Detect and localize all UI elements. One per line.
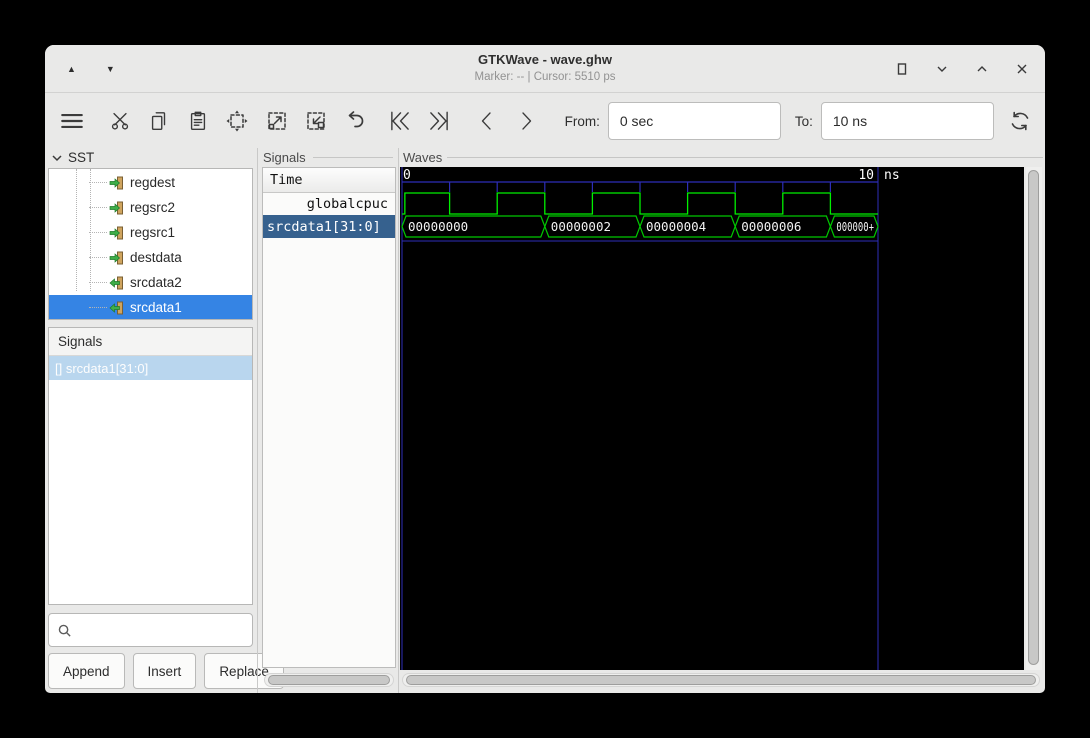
to-input[interactable] bbox=[820, 102, 994, 140]
next-edge-icon[interactable] bbox=[511, 104, 540, 138]
sst-tree: regdest regsrc2 regsrc1 destdata srcdata… bbox=[48, 168, 253, 320]
prev-edge-icon[interactable] bbox=[472, 104, 501, 138]
menu-icon[interactable] bbox=[57, 104, 87, 138]
scrollbar-thumb[interactable] bbox=[406, 675, 1036, 685]
signals-frame-line bbox=[313, 157, 393, 158]
toolbar: From: To: bbox=[45, 94, 1045, 148]
from-input[interactable] bbox=[607, 102, 781, 140]
time-header[interactable]: Time bbox=[263, 168, 395, 193]
signal-in-icon bbox=[109, 225, 125, 241]
close-icon[interactable] bbox=[1013, 60, 1031, 78]
svg-text:0: 0 bbox=[403, 168, 411, 183]
reload-icon[interactable] bbox=[1006, 104, 1035, 138]
zoom-out-icon[interactable] bbox=[301, 104, 330, 138]
sst-label: SST bbox=[68, 150, 95, 165]
svg-text:ns: ns bbox=[884, 168, 900, 183]
signal-name-globalcpuc[interactable]: globalcpuc bbox=[263, 193, 395, 215]
signal-in-icon bbox=[109, 250, 125, 266]
signal-in-icon bbox=[109, 200, 125, 216]
minimize-icon[interactable] bbox=[933, 60, 951, 78]
tree-item-regsrc1[interactable]: regsrc1 bbox=[49, 220, 252, 245]
chevron-down-icon bbox=[52, 154, 62, 161]
signals-column-header[interactable]: Signals bbox=[49, 328, 252, 356]
waves-frame-line bbox=[446, 157, 1043, 158]
signal-name-panel: Time globalcpuc srcdata1[31:0] bbox=[262, 167, 396, 668]
tree-item-destdata[interactable]: destdata bbox=[49, 245, 252, 270]
signal-search[interactable] bbox=[48, 613, 253, 647]
tree-item-srcdata1[interactable]: srcdata1 bbox=[49, 295, 252, 319]
signals-list-item[interactable]: [] srcdata1[31:0] bbox=[49, 356, 252, 380]
scrollbar-thumb[interactable] bbox=[1028, 170, 1039, 665]
signal-out-icon bbox=[109, 275, 125, 291]
waves-frame-label: Waves bbox=[403, 150, 448, 165]
tree-item-srcdata2[interactable]: srcdata2 bbox=[49, 270, 252, 295]
maximize-icon[interactable] bbox=[973, 60, 991, 78]
svg-text:00000002: 00000002 bbox=[551, 219, 611, 234]
signal-in-icon bbox=[109, 175, 125, 191]
search-input[interactable] bbox=[78, 622, 238, 638]
svg-text:00000000: 00000000 bbox=[408, 219, 468, 234]
cut-icon[interactable] bbox=[105, 104, 134, 138]
pane-splitter-left[interactable] bbox=[257, 148, 258, 693]
to-label: To: bbox=[794, 113, 813, 129]
signals-frame-label: Signals bbox=[263, 150, 311, 165]
waves-hscrollbar[interactable] bbox=[402, 673, 1040, 687]
svg-text:00000006: 00000006 bbox=[741, 219, 801, 234]
scrollbar-thumb[interactable] bbox=[268, 675, 390, 685]
signal-out-icon bbox=[109, 300, 125, 316]
copy-icon[interactable] bbox=[144, 104, 173, 138]
sst-signals-list: Signals [] srcdata1[31:0] bbox=[48, 327, 253, 605]
tree-item-regsrc2[interactable]: regsrc2 bbox=[49, 195, 252, 220]
sst-expander[interactable]: SST bbox=[51, 150, 94, 165]
tree-item-regdest[interactable]: regdest bbox=[49, 170, 252, 195]
zoom-fit-icon[interactable] bbox=[223, 104, 252, 138]
skip-to-start-icon[interactable] bbox=[386, 104, 415, 138]
svg-text:10: 10 bbox=[858, 168, 874, 183]
signal-name-srcdata1[interactable]: srcdata1[31:0] bbox=[263, 215, 395, 238]
undo-icon[interactable] bbox=[340, 104, 369, 138]
svg-text:00000004: 00000004 bbox=[646, 219, 706, 234]
insert-button[interactable]: Insert bbox=[132, 653, 197, 689]
append-button[interactable]: Append bbox=[48, 653, 125, 689]
svg-text:000000+: 000000+ bbox=[836, 219, 874, 234]
gtkwave-window: ▲ ▼ GTKWave - wave.ghw Marker: -- | Curs… bbox=[45, 45, 1045, 693]
titlebar[interactable]: ▲ ▼ GTKWave - wave.ghw Marker: -- | Curs… bbox=[45, 45, 1045, 93]
skip-to-end-icon[interactable] bbox=[425, 104, 454, 138]
waves-vscrollbar[interactable] bbox=[1026, 167, 1042, 670]
signal-panel-hscrollbar[interactable] bbox=[264, 673, 394, 687]
from-label: From: bbox=[564, 113, 600, 129]
fullscreen-icon[interactable] bbox=[893, 60, 911, 78]
pane-splitter-right[interactable] bbox=[398, 148, 399, 693]
zoom-in-icon[interactable] bbox=[262, 104, 291, 138]
search-icon bbox=[58, 624, 71, 637]
wave-canvas[interactable]: 0 10 ns 00000000 00000002 00000004 00000006 000… bbox=[400, 167, 1024, 670]
paste-icon[interactable] bbox=[183, 104, 212, 138]
